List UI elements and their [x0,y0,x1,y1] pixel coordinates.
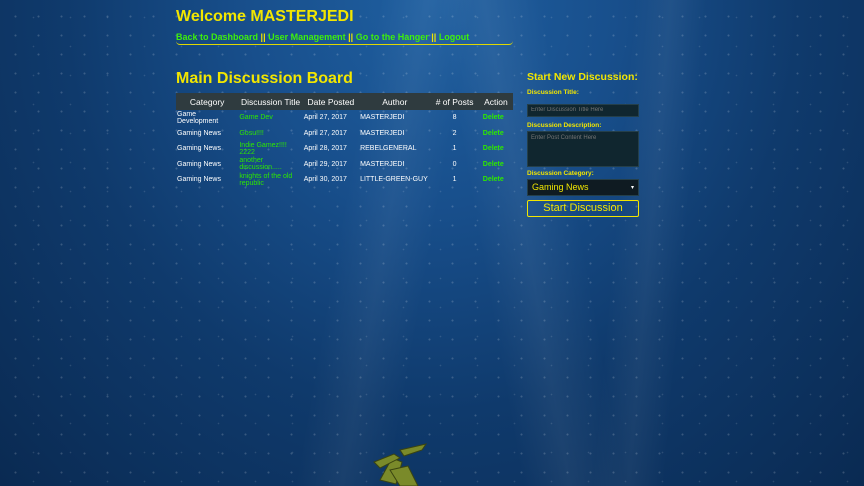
category-label: Discussion Category: [527,169,594,177]
column-header-action: Action [478,93,513,110]
category-selected-value: Gaming News [532,182,589,192]
cell-author: MASTERJEDI [360,114,405,122]
logout-link[interactable]: Logout [439,32,470,42]
cell-category: Gaming News [177,129,221,137]
table-header-row: Category Discussion Title Date Posted Au… [176,93,513,110]
cell-posts: 8 [452,114,457,122]
cell-date: April 27, 2017 [303,114,347,122]
discussion-title-link[interactable]: another discussion..... [238,157,302,173]
cell-author: MASTERJEDI [360,160,405,168]
description-label: Discussion Description: [527,121,602,129]
cell-category: Gaming News [177,145,221,153]
cell-date: April 29, 2017 [303,160,347,168]
x-wing-icon [373,443,428,486]
category-select[interactable]: Gaming News ▾ [527,178,639,196]
column-header-posts: # of Posts [430,93,479,110]
nav-separator: || [260,32,266,42]
table-row: Gaming News knights of the old republic … [176,172,513,188]
column-header-category: Category [176,93,239,110]
cell-date: April 28, 2017 [303,145,347,153]
new-discussion-heading: Start New Discussion: [527,71,638,83]
delete-link[interactable]: Delete [479,110,513,126]
column-header-title: Discussion Title [238,93,303,110]
cell-posts: 0 [452,160,457,168]
welcome-title: Welcome MASTERJEDI [176,8,354,25]
cell-category: Game Development [177,110,219,125]
table-row: Gaming News Gosu!!!! April 27, 2017 MAST… [176,126,513,142]
new-discussion-form: Start New Discussion: Discussion Title: … [527,71,639,217]
discussion-title-input[interactable] [527,103,639,117]
discussion-description-input[interactable] [527,130,639,167]
cell-author: MASTERJEDI [360,129,405,137]
cell-posts: 1 [452,145,457,153]
bubbles-background [0,0,864,486]
hanger-link[interactable]: Go to the Hanger [356,32,429,42]
dashboard-link[interactable]: Back to Dashboard [176,32,258,42]
cell-posts: 2 [452,129,457,137]
delete-link[interactable]: Delete [479,126,513,142]
nav-separator: || [348,32,354,42]
cell-category: Gaming News [177,160,221,168]
title-label: Discussion Title: [527,89,579,96]
user-management-link[interactable]: User Management [268,32,346,42]
caret-down-icon: ▾ [630,184,634,191]
cell-category: Gaming News [177,176,221,184]
cell-posts: 1 [452,176,457,184]
discussion-title-link[interactable]: knights of the old republic [238,172,302,188]
delete-link[interactable]: Delete [479,157,513,173]
table-row: Game Development Game Dev April 27, 2017… [176,110,513,126]
discussion-table: Category Discussion Title Date Posted Au… [176,93,513,188]
board-title: Main Discussion Board [176,70,353,87]
cell-author: REBELGENERAL [360,145,417,153]
delete-link[interactable]: Delete [479,141,513,157]
table-row: Gaming News another discussion..... Apri… [176,157,513,173]
discussion-title-link[interactable]: Gosu!!!! [238,126,302,142]
header: Welcome MASTERJEDI Back to Dashboard || … [176,8,513,45]
column-header-date: Date Posted [302,93,360,110]
cell-author: LITTLE-GREEN-GUY [360,176,428,184]
start-discussion-button[interactable]: Start Discussion [527,199,639,217]
light-rays [0,0,864,486]
delete-link[interactable]: Delete [479,172,513,188]
table-row: Gaming News Indie Gamez!!!! 2222 April 2… [176,141,513,157]
discussion-title-link[interactable]: Indie Gamez!!!! 2222 [238,141,302,157]
cell-date: April 30, 2017 [303,176,347,184]
nav-links: Back to Dashboard || User Management || … [176,32,513,45]
nav-separator: || [431,32,437,42]
cell-date: April 27, 2017 [303,129,347,137]
discussion-title-link[interactable]: Game Dev [238,110,302,126]
column-header-author: Author [359,93,431,110]
